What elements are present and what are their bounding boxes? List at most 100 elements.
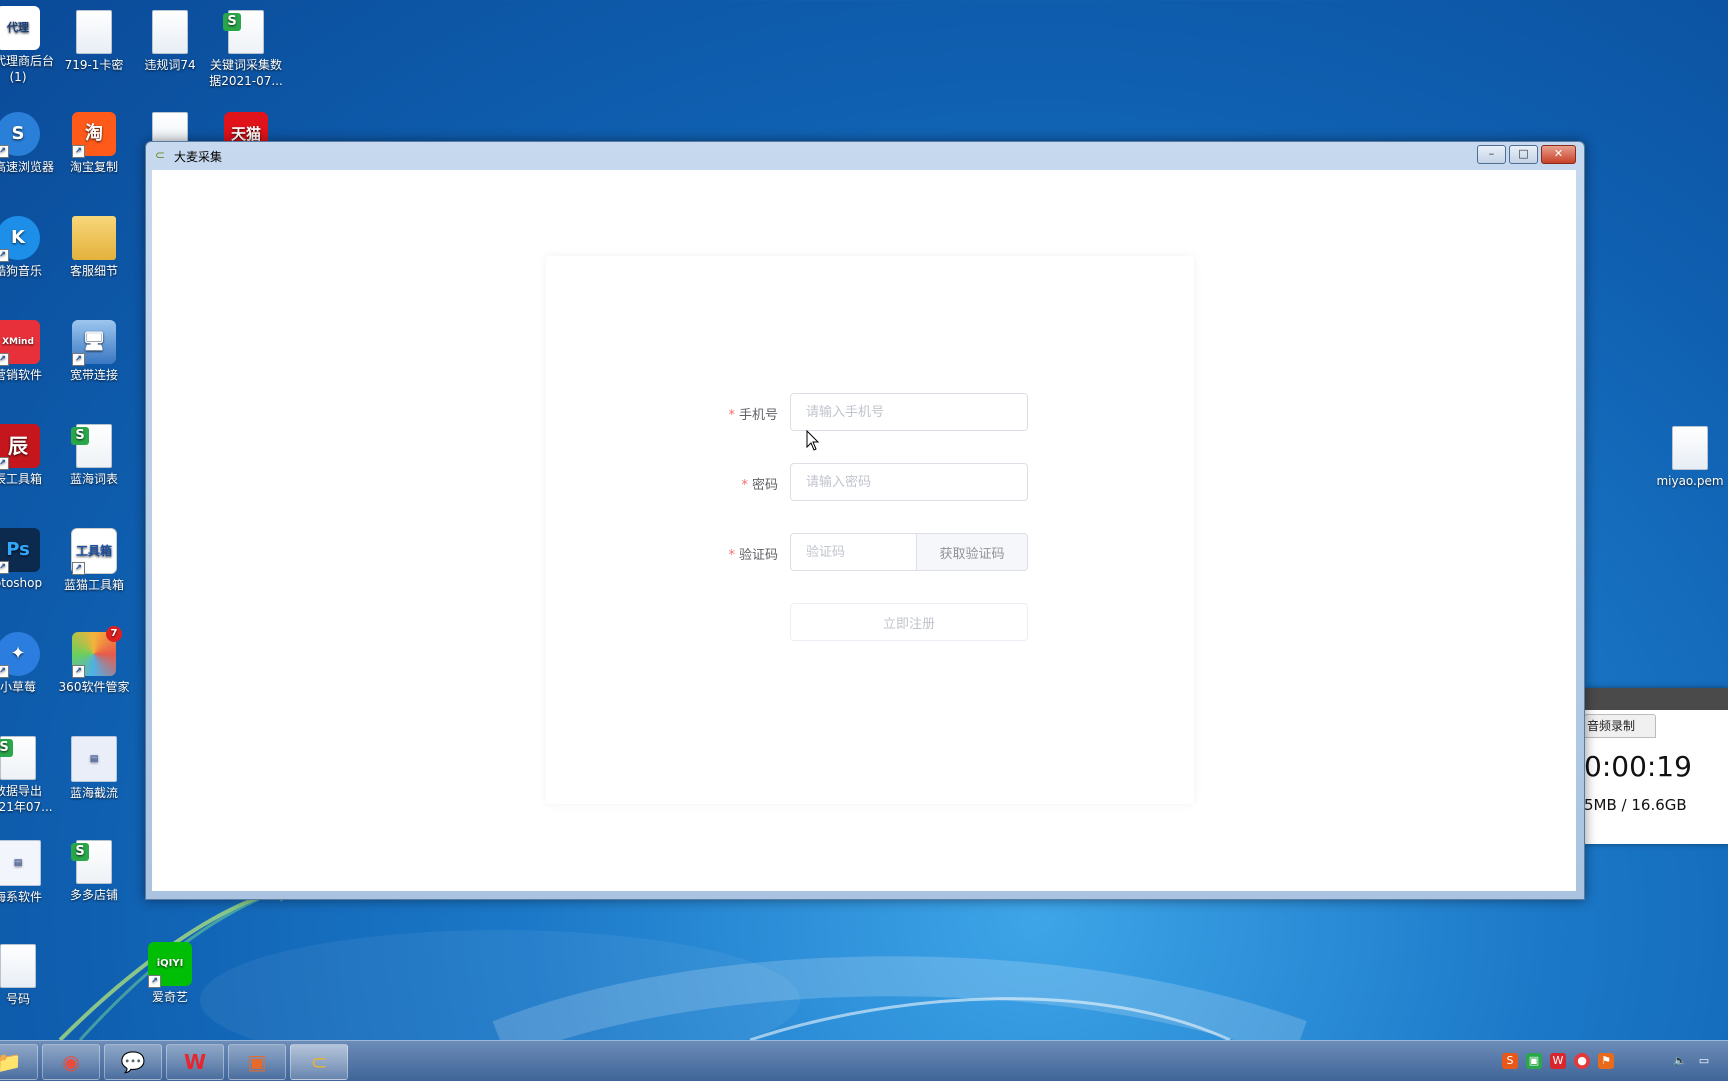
desktop-icon-miyao-pem[interactable]: miyao.pem: [1652, 426, 1728, 489]
desktop-icon-violation-words[interactable]: 违规词74: [132, 10, 208, 73]
desktop-icon-bluecat-toolbox[interactable]: 工具箱 ↗ 蓝猫工具箱: [56, 528, 132, 593]
mouse-cursor-icon: [806, 430, 820, 451]
text-file-icon: [152, 10, 188, 54]
password-label-text: 密码: [751, 478, 778, 493]
desktop-icon-bluesea-intercept[interactable]: ▤ 蓝海截流: [56, 736, 132, 801]
shortcut-arrow-icon: ↗: [0, 249, 9, 262]
audio-recorder-window: 音频录制 0:00:19 5MB / 16.6GB: [1584, 688, 1728, 844]
required-asterisk: *: [741, 478, 748, 493]
desktop-icon-label: 719-1卡密: [64, 58, 124, 72]
kugou-icon-text: K: [11, 227, 25, 248]
desktop-icon-photoshop[interactable]: Ps↗ otoshop: [0, 528, 56, 591]
desktop-icon-broadband[interactable]: 🖥 ↗ 宽带连接: [56, 320, 132, 383]
desktop-icon-taobao-copy[interactable]: 淘 ↗ 淘宝复制: [56, 112, 132, 175]
iqiyi-tray-icon[interactable]: ▣: [1526, 1053, 1542, 1069]
desktop-icon-iqiyi[interactable]: iQIYI ↗ 爱奇艺: [132, 942, 208, 1005]
iqiyi-icon: iQIYI ↗: [148, 942, 192, 988]
password-input[interactable]: [790, 463, 1028, 501]
desktop-icon-keyword-data[interactable]: 关键词采集数据2021-07...: [208, 10, 284, 89]
network-computer-icon: 🖥 ↗: [72, 320, 116, 366]
taskbar-damai-collector[interactable]: ⊂: [290, 1044, 348, 1080]
xmind-icon-text: XMind: [2, 337, 34, 347]
desktop-icon-bluesea-words[interactable]: 蓝海词表: [56, 424, 132, 487]
desktop-icon-label: 辰工具箱: [0, 472, 42, 486]
desktop-icon-kugou-music[interactable]: K↗ 酷狗音乐: [0, 216, 56, 279]
app-window: ⊂ 大麦采集 – □ ✕ *手机号 *密码 *验证码 获取验证码 立即注册: [145, 141, 1585, 900]
desktop-icon-label: 淘宝复制: [69, 160, 118, 174]
window-titlebar[interactable]: ⊂ 大麦采集 – □ ✕: [146, 142, 1584, 170]
window-title: 大麦采集: [174, 150, 223, 164]
desktop-icon-numbers[interactable]: 号码: [0, 944, 56, 1007]
code-form-row: *验证码 获取验证码: [546, 533, 1194, 573]
volume-icon[interactable]: 🔈: [1672, 1053, 1688, 1069]
verification-code-input[interactable]: [790, 533, 917, 571]
desktop-icon-label: 360软件管家: [58, 680, 130, 694]
desktop-icon-label: otoshop: [0, 576, 43, 590]
iqiyi-icon-text: iQIYI: [156, 958, 184, 969]
sogou-input-icon[interactable]: S: [1502, 1053, 1518, 1069]
browser-s-icon: S ↗: [0, 112, 40, 158]
desktop-icon-data-export[interactable]: 数据导出2021年07...: [0, 736, 56, 815]
desktop-icon-label: 猫代理商后台(1): [0, 54, 54, 84]
taskbar-wps[interactable]: W: [166, 1044, 224, 1080]
code-label-text: 验证码: [738, 548, 778, 563]
flag-tray-icon[interactable]: ⚑: [1598, 1053, 1614, 1069]
shortcut-arrow-icon: ↗: [0, 457, 9, 470]
get-code-button[interactable]: 获取验证码: [916, 533, 1028, 571]
record-tray-icon[interactable]: ●: [1574, 1053, 1590, 1069]
taskbar-wechat[interactable]: 💬: [104, 1044, 162, 1080]
register-form-card: *手机号 *密码 *验证码 获取验证码 立即注册: [546, 256, 1194, 804]
phone-label: * 手机号: [728, 404, 778, 423]
system-tray: S ▣ W ● ⚑ 🔈 ▭: [1492, 1041, 1728, 1081]
desktop-icon-719-keys[interactable]: 719-1卡密: [56, 10, 132, 73]
desktop-icon-360-manager[interactable]: 7 ↗ 360软件管家: [56, 626, 132, 695]
desktop-icon-chen-toolbox[interactable]: 辰↗ 辰工具箱: [0, 424, 56, 487]
wps-tray-icon[interactable]: W: [1550, 1053, 1566, 1069]
password-form-row: * 密码: [546, 463, 1194, 503]
desktop-icon-service-details[interactable]: 客服细节: [56, 216, 132, 279]
text-file-icon: [0, 944, 36, 988]
taobao-icon-text: 淘: [85, 123, 103, 144]
taobao-icon: 淘 ↗: [72, 112, 116, 158]
notification-badge: 7: [106, 626, 122, 642]
phone-label-text: 手机号: [738, 408, 778, 423]
text-file-icon: [76, 10, 112, 54]
folder-icon: [72, 216, 116, 260]
taskbar-presentation[interactable]: ▣: [228, 1044, 286, 1080]
text-file-icon: [1672, 426, 1708, 470]
shortcut-arrow-icon: ↗: [72, 145, 85, 158]
app-logo-icon: ⊂: [155, 148, 166, 162]
shortcut-arrow-icon: ↗: [0, 665, 9, 678]
desktop-icon-pdd-shop[interactable]: 多多店铺: [56, 840, 132, 903]
sea-software-icon: ▤: [0, 840, 41, 886]
recording-file-size: 5MB / 16.6GB: [1584, 796, 1687, 814]
spreadsheet-icon: [223, 10, 264, 54]
phone-form-row: * 手机号: [546, 393, 1194, 433]
folder-icon: 📁: [0, 1050, 22, 1074]
submit-form-row: 立即注册: [546, 603, 1194, 643]
desktop-icon-label: 关键词采集数据2021-07...: [209, 58, 283, 88]
register-button[interactable]: 立即注册: [790, 603, 1028, 641]
taskbar-browser[interactable]: ◉: [42, 1044, 100, 1080]
close-button[interactable]: ✕: [1541, 145, 1576, 164]
agent-logo-icon: 代理: [0, 6, 40, 50]
shortcut-arrow-icon: ↗: [72, 665, 85, 678]
required-asterisk: *: [728, 408, 735, 423]
tab-audio-recording[interactable]: 音频录制: [1584, 714, 1656, 738]
desktop-icon-label: 客服细节: [69, 264, 118, 278]
desktop-icon-label: 多多店铺: [69, 888, 118, 902]
desktop-icon-marketing-software[interactable]: XMind ↗ 营销软件: [0, 320, 56, 383]
desktop-icon-label: 宽带连接: [69, 368, 118, 382]
maximize-button[interactable]: □: [1509, 145, 1538, 164]
photoshop-icon-text: Ps: [6, 539, 30, 560]
desktop-icon-label: 号码: [5, 992, 30, 1006]
minimize-button[interactable]: –: [1477, 145, 1506, 164]
taskbar-file-explorer[interactable]: 📁: [0, 1044, 38, 1080]
desktop-icon-sea-software[interactable]: ▤ 海系软件: [0, 840, 56, 905]
phone-input[interactable]: [790, 393, 1028, 431]
network-icon[interactable]: ▭: [1696, 1053, 1712, 1069]
desktop-icon-strawberry[interactable]: ✦ ↗ 小草莓: [0, 632, 56, 695]
desktop-icon-agent-backend[interactable]: 代理 猫代理商后台(1): [0, 6, 56, 85]
desktop-icon-label: 蓝海截流: [69, 786, 118, 800]
desktop-icon-sogou-browser[interactable]: S↗ 狗高速浏览器: [0, 112, 56, 175]
